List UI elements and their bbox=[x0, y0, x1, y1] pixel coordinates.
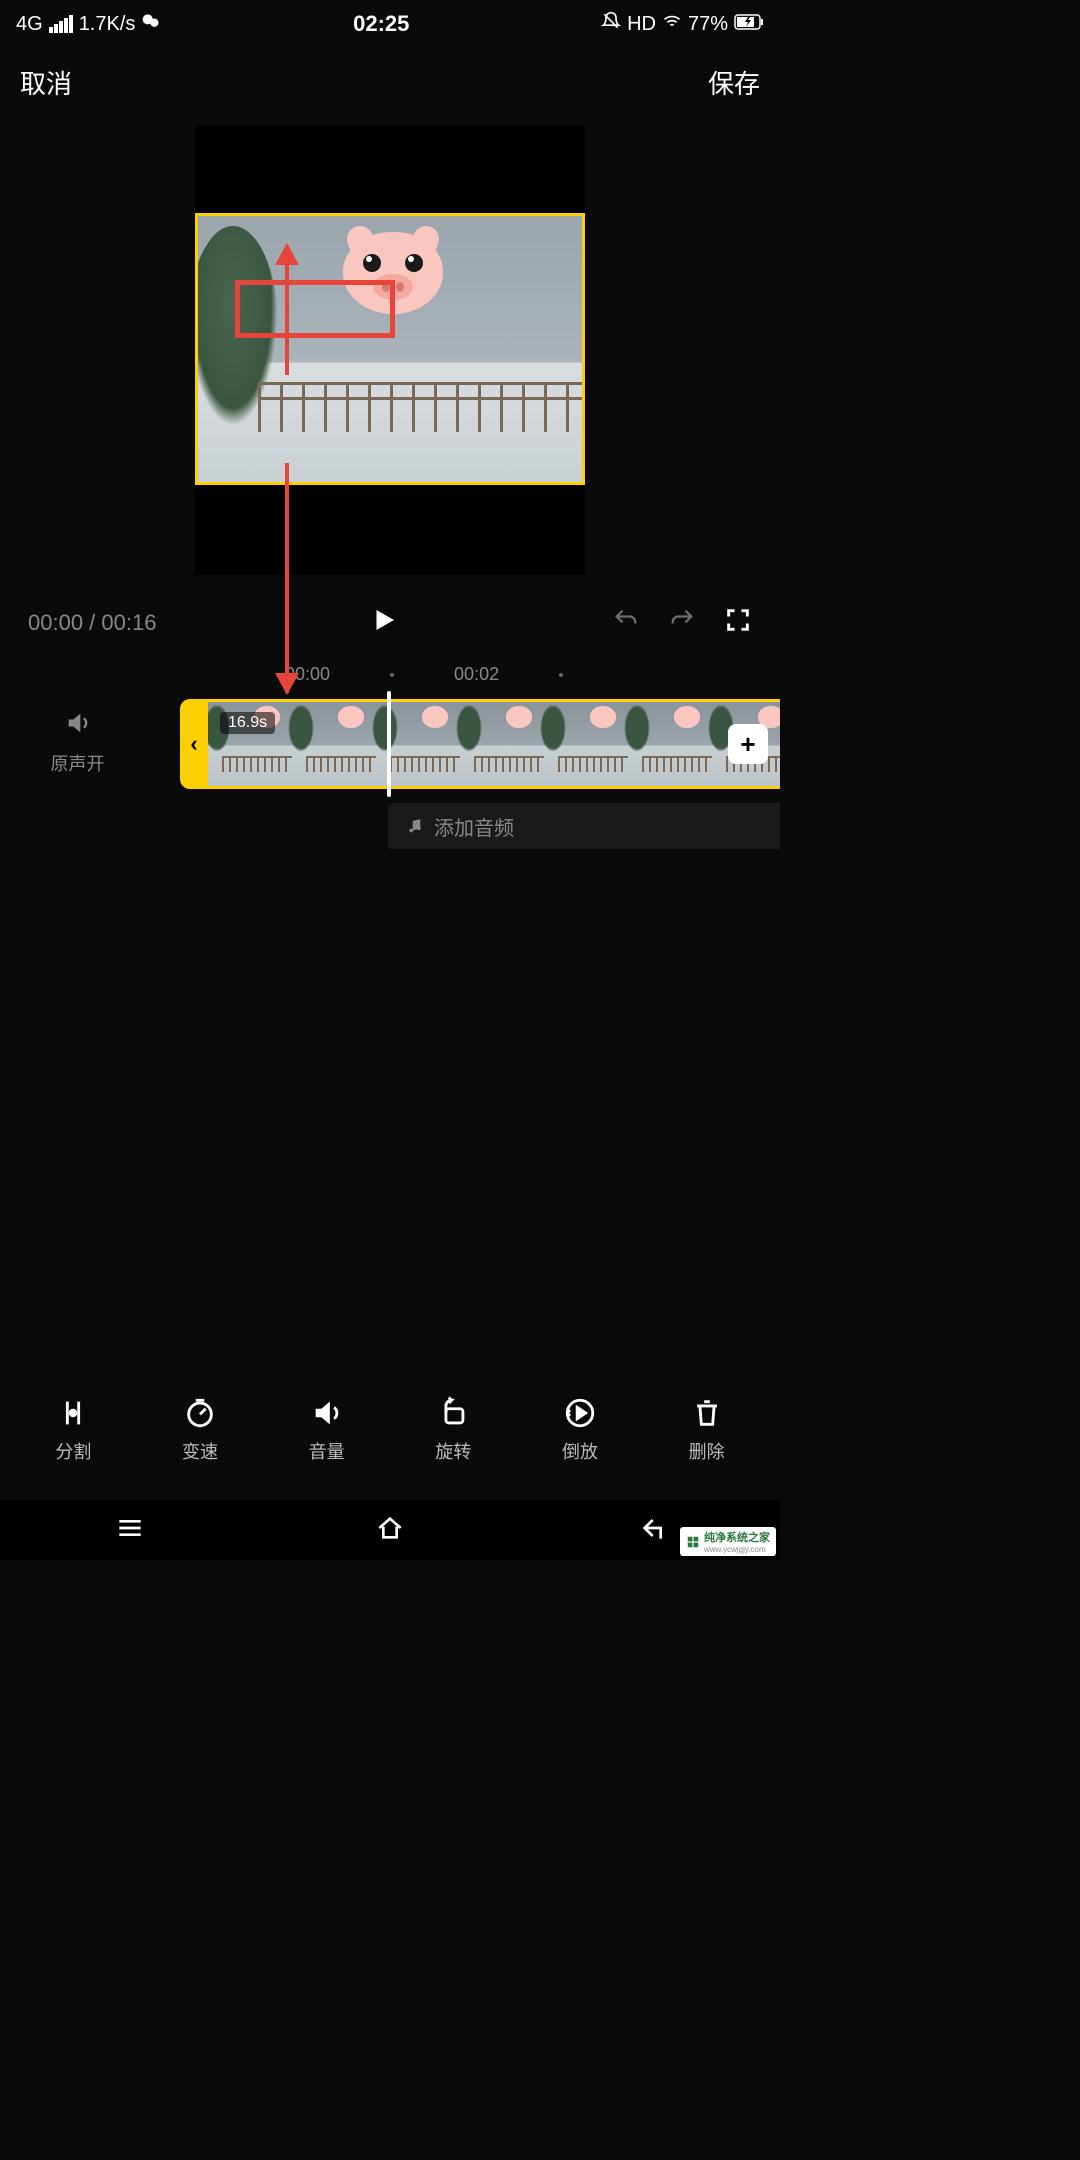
clock: 02:25 bbox=[353, 11, 409, 37]
tool-bar: 分割 变速 音量 旋转 倒放 删除 bbox=[0, 1378, 780, 1482]
volume-tool[interactable]: 音量 bbox=[309, 1396, 345, 1464]
play-button[interactable] bbox=[369, 605, 399, 640]
back-nav-button[interactable] bbox=[634, 1512, 666, 1549]
playhead[interactable] bbox=[387, 691, 391, 797]
time-display: 00:00 / 00:16 bbox=[28, 610, 156, 636]
delete-tool[interactable]: 删除 bbox=[689, 1396, 725, 1464]
status-bar: 4G 1.7K/s 02:25 HD 77% bbox=[0, 0, 780, 48]
system-navbar bbox=[0, 1500, 780, 1560]
battery-percent: 77% bbox=[688, 13, 728, 36]
wifi-icon bbox=[662, 11, 682, 37]
add-audio-label: 添加音频 bbox=[434, 812, 514, 841]
home-nav-button[interactable] bbox=[374, 1512, 406, 1549]
playback-controls: 00:00 / 00:16 bbox=[0, 585, 780, 650]
network-speed: 1.7K/s bbox=[79, 13, 136, 36]
hd-badge: HD bbox=[627, 13, 656, 36]
clip-duration-badge: 16.9s bbox=[220, 712, 275, 734]
original-sound-toggle[interactable]: 原声开 bbox=[0, 709, 155, 776]
annotation-arrow-down bbox=[285, 463, 289, 693]
save-button[interactable]: 保存 bbox=[708, 64, 760, 101]
rotate-tool[interactable]: 旋转 bbox=[435, 1396, 471, 1464]
signal-icon bbox=[49, 15, 73, 33]
ruler-tick: 00:02 bbox=[454, 664, 499, 685]
battery-icon bbox=[734, 13, 764, 36]
undo-button[interactable] bbox=[612, 606, 640, 639]
speed-tool[interactable]: 变速 bbox=[182, 1396, 218, 1464]
wechat-icon bbox=[141, 11, 161, 37]
reverse-tool[interactable]: 倒放 bbox=[562, 1396, 598, 1464]
clip-left-handle[interactable]: ‹ bbox=[180, 699, 208, 789]
crop-frame[interactable] bbox=[195, 213, 585, 485]
split-tool[interactable]: 分割 bbox=[55, 1396, 91, 1464]
dnd-icon bbox=[601, 11, 621, 37]
timeline: 原声开 ‹ 16.9s + 添加音频 bbox=[0, 699, 780, 849]
editor-header: 取消 保存 bbox=[0, 48, 780, 125]
redo-button[interactable] bbox=[668, 606, 696, 639]
cancel-button[interactable]: 取消 bbox=[20, 64, 72, 101]
video-clip[interactable]: ‹ 16.9s + bbox=[180, 699, 780, 789]
video-preview[interactable] bbox=[195, 125, 585, 575]
watermark-badge: 纯净系统之家 www.ycwjgjy.com bbox=[680, 1527, 776, 1556]
annotation-box bbox=[235, 280, 395, 338]
network-type: 4G bbox=[16, 13, 43, 36]
menu-nav-button[interactable] bbox=[114, 1512, 146, 1549]
add-clip-button[interactable]: + bbox=[728, 724, 768, 764]
add-audio-track[interactable]: 添加音频 bbox=[388, 803, 780, 849]
fullscreen-button[interactable] bbox=[724, 606, 752, 639]
